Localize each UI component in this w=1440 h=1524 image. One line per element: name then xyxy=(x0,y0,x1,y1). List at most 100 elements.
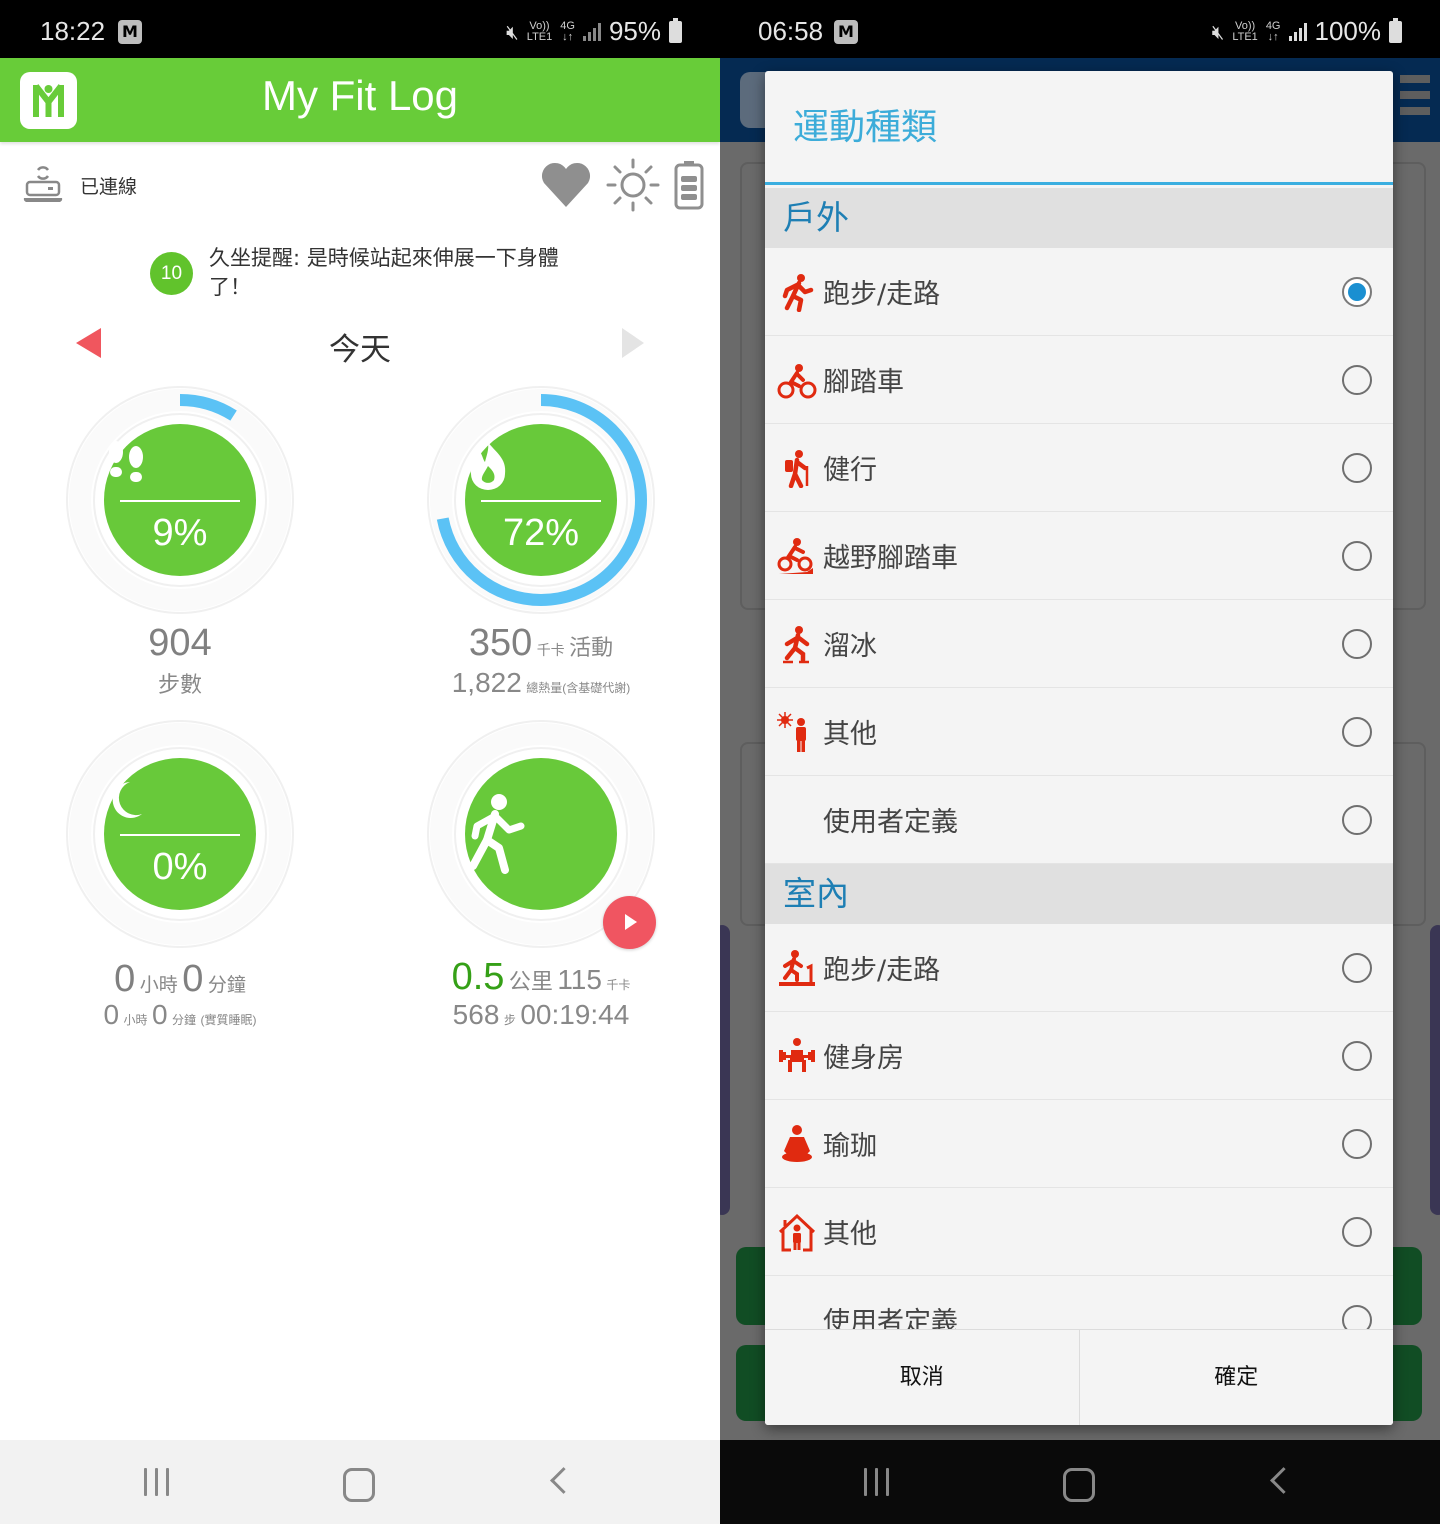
skating-icon xyxy=(777,624,817,664)
volte-indicator: Vo)) LTE1 xyxy=(1232,19,1258,43)
steps-unit: 步 xyxy=(503,1013,516,1027)
radio-button[interactable] xyxy=(1342,1041,1372,1071)
core-divider xyxy=(120,500,240,502)
moon-icon xyxy=(104,774,256,824)
exercise-option-label: 瑜珈 xyxy=(823,1131,877,1162)
steps-value: 904 xyxy=(148,622,212,664)
app-notification-icon: M xyxy=(118,20,142,44)
app-header: My Fit Log xyxy=(0,58,720,142)
active-label: 活動 xyxy=(569,635,614,660)
back-button[interactable] xyxy=(540,1464,580,1500)
hours-unit: 小時 xyxy=(123,1013,148,1027)
home-button[interactable] xyxy=(338,1464,378,1502)
network-indicator: 4G ↓↑ xyxy=(1265,19,1281,43)
treadmill-icon xyxy=(777,948,817,988)
exercise-option[interactable]: 越野腳踏車 xyxy=(765,512,1393,600)
radio-button[interactable] xyxy=(1342,1217,1372,1247)
workout-stat: 0.5 公里 115 千卡 568 步 00:19:44 xyxy=(380,956,702,1031)
weightlifting-icon xyxy=(777,1036,817,1076)
hiking-icon xyxy=(777,448,817,489)
radio-button[interactable] xyxy=(1342,365,1372,395)
sleep-core: 0% xyxy=(104,758,256,910)
radio-button[interactable] xyxy=(1342,805,1372,835)
radio-button[interactable] xyxy=(1342,453,1372,483)
exercise-option[interactable]: 溜冰 xyxy=(765,600,1393,688)
battery-icon xyxy=(669,17,682,43)
status-bar: 06:58 M 🔇︎ Vo)) LTE1 4G ↓↑ 100% xyxy=(720,0,1440,58)
total-kcal-value: 1,822 xyxy=(451,667,522,698)
reminder-text: 久坐提醒: 是時候站起來伸展一下身體了！ xyxy=(209,246,559,299)
workout-kcal: 115 xyxy=(557,964,602,995)
network-indicator: 4G ↓↑ xyxy=(560,19,575,43)
fitlog-dashboard-screen: 18:22 M 🔇︎ Vo)) LTE1 4G ↓↑ 95% My Fit Log xyxy=(0,0,720,1524)
start-workout-play-button[interactable] xyxy=(603,896,656,949)
walking-person-icon xyxy=(465,792,617,874)
calories-ring[interactable]: 72% xyxy=(421,380,661,620)
steps-percent: 9% xyxy=(152,512,208,554)
recents-button[interactable] xyxy=(136,1464,176,1500)
device-sync-icon xyxy=(22,162,64,208)
steps-ring[interactable]: 9% xyxy=(60,380,300,620)
exercise-type-dialog: 運動種類 戶外 跑步/走路 腳踏車 健行 越野腳踏車 溜冰 其他 使用者定義 室內 跑步/走路 健身… xyxy=(765,71,1393,1425)
app-notification-icon: M xyxy=(834,20,858,44)
exercise-option-label: 越野腳踏車 xyxy=(823,543,958,574)
device-battery-icon[interactable] xyxy=(674,160,704,214)
sleep-percent: 0% xyxy=(152,846,208,888)
minutes-unit: 分鐘 xyxy=(172,1013,197,1027)
radio-button[interactable] xyxy=(1342,1305,1372,1330)
exercise-option[interactable]: 其他 xyxy=(765,688,1393,776)
radio-button-selected[interactable] xyxy=(1342,277,1372,307)
exercise-option[interactable]: 瑜珈 xyxy=(765,1100,1393,1188)
home-button[interactable] xyxy=(1058,1464,1098,1502)
exercise-option-label: 健行 xyxy=(823,455,877,486)
workout-distance: 0.5 xyxy=(451,956,505,998)
background-panel xyxy=(720,925,730,1215)
radio-button[interactable] xyxy=(1342,717,1372,747)
exercise-option[interactable]: 腳踏車 xyxy=(765,336,1393,424)
real-sleep-minutes: 0 xyxy=(152,999,168,1030)
radio-button[interactable] xyxy=(1342,1129,1372,1159)
running-icon xyxy=(777,272,817,313)
active-kcal-value: 350 xyxy=(468,622,533,664)
hours-unit: 小時 xyxy=(139,975,178,996)
recents-button[interactable] xyxy=(856,1464,896,1500)
kcal-unit: 千卡 xyxy=(536,642,565,658)
device-connection-status[interactable]: 已連線 xyxy=(22,160,137,210)
quick-icons xyxy=(540,158,704,216)
exercise-option[interactable]: 其他 xyxy=(765,1188,1393,1276)
mountain-bike-icon xyxy=(777,536,817,576)
battery-percent: 100% xyxy=(1314,16,1382,46)
exercise-option[interactable]: 健身房 xyxy=(765,1012,1393,1100)
next-day-arrow-icon[interactable] xyxy=(622,328,644,358)
radio-button[interactable] xyxy=(1342,629,1372,659)
exercise-type-list[interactable]: 戶外 跑步/走路 腳踏車 健行 越野腳踏車 溜冰 其他 使用者定義 室內 跑步/走路 健身房 瑜珈 其他… xyxy=(765,188,1393,1330)
confirm-button[interactable]: 確定 xyxy=(1078,1330,1394,1425)
radio-button[interactable] xyxy=(1342,541,1372,571)
exercise-option[interactable]: 跑步/走路 xyxy=(765,924,1393,1012)
exercise-option-label: 其他 xyxy=(823,719,877,750)
yoga-icon xyxy=(777,1124,817,1164)
sleep-stat: 0 小時 0 分鐘 0 小時 0 分鐘 (實質睡眠) xyxy=(40,958,320,1031)
volte-indicator: Vo)) LTE1 xyxy=(526,19,553,43)
real-sleep-label: (實質睡眠) xyxy=(200,1013,257,1027)
exercise-option[interactable]: 健行 xyxy=(765,424,1393,512)
sleep-minutes: 0 xyxy=(182,958,204,1000)
heart-rate-icon[interactable] xyxy=(540,161,592,213)
reminder-count-badge: 10 xyxy=(150,252,193,295)
cycling-icon xyxy=(777,360,817,400)
status-time: 18:22 xyxy=(40,16,106,46)
exercise-option[interactable]: 使用者定義 xyxy=(765,776,1393,864)
kcal-unit: 千卡 xyxy=(606,978,631,992)
background-menu-icon xyxy=(1400,75,1430,123)
status-time: 06:58 xyxy=(758,16,824,46)
sleep-ring[interactable]: 0% xyxy=(60,714,300,954)
exercise-option[interactable]: 使用者定義 xyxy=(765,1276,1393,1330)
exercise-option[interactable]: 跑步/走路 xyxy=(765,248,1393,336)
calories-percent: 72% xyxy=(502,512,580,554)
brightness-icon[interactable] xyxy=(606,158,660,216)
cancel-button[interactable]: 取消 xyxy=(765,1330,1079,1425)
mute-icon: 🔇︎ xyxy=(1211,19,1225,44)
footprints-icon xyxy=(104,440,256,490)
radio-button[interactable] xyxy=(1342,953,1372,983)
back-button[interactable] xyxy=(1260,1464,1300,1500)
